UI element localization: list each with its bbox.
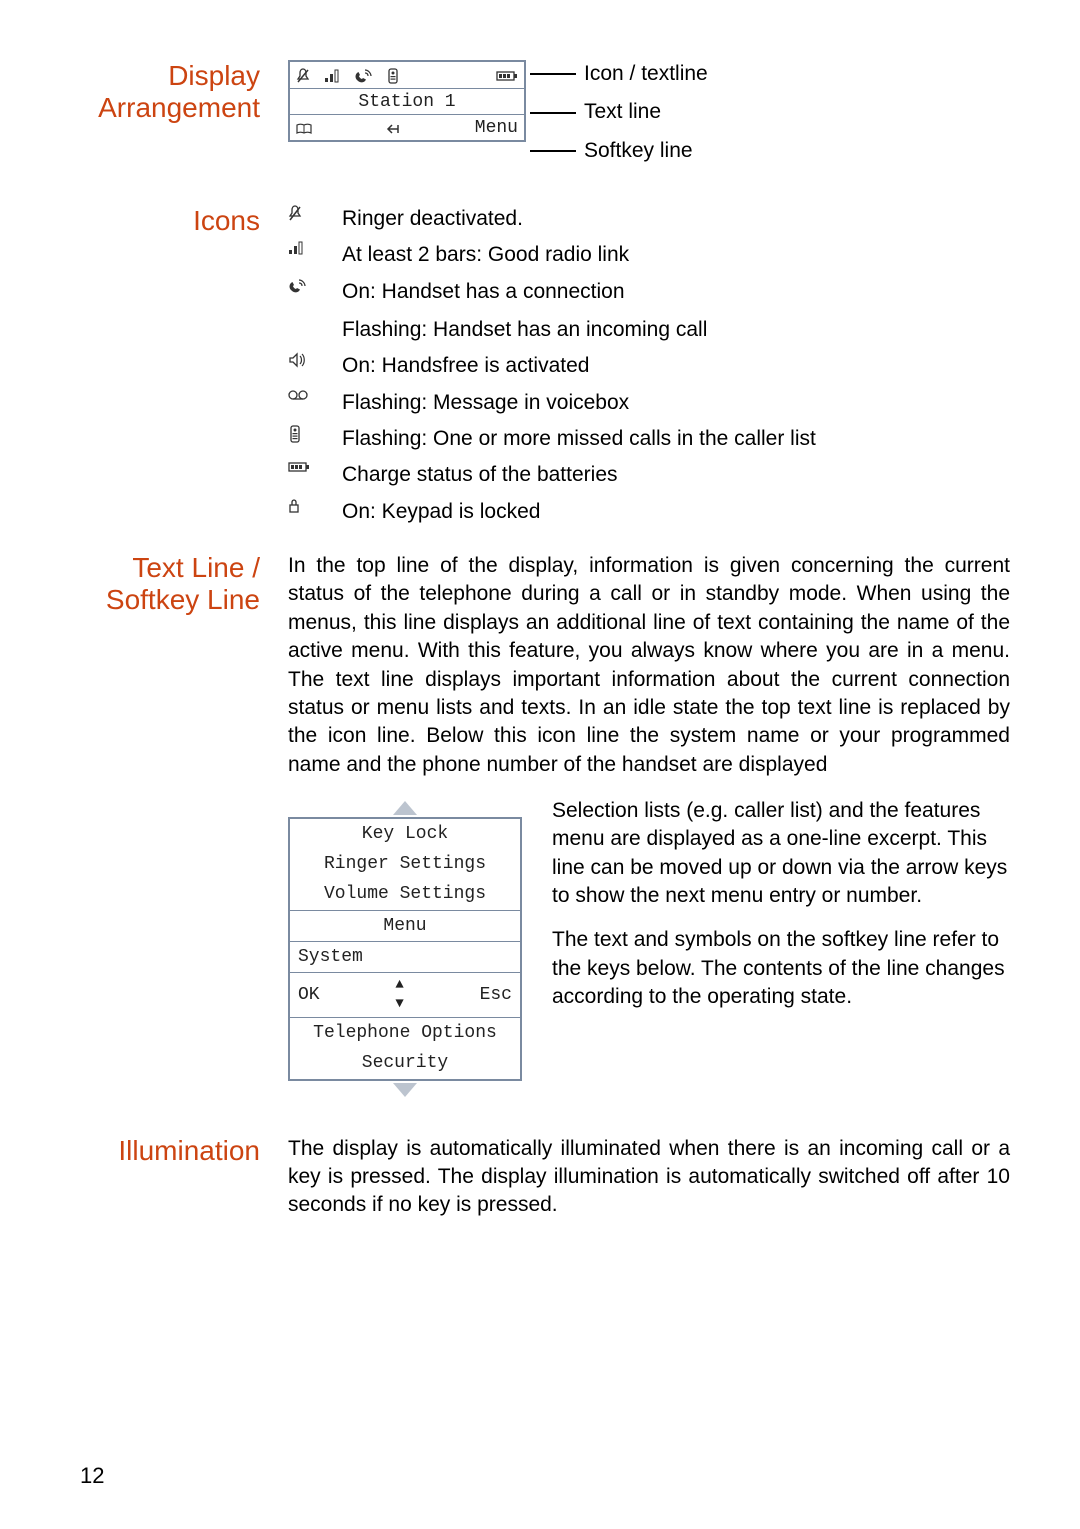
lcd-icon-row — [290, 62, 524, 88]
menu-excerpt-diagram: Key Lock Ringer Settings Volume Settings… — [288, 817, 522, 1081]
book-icon — [296, 123, 312, 135]
menu-title: Menu — [290, 910, 520, 941]
handset-icon — [288, 278, 318, 345]
section-textline-softkey: Text Line / Softkey Line In the top line… — [80, 552, 1010, 1101]
menu-item: Telephone Options — [290, 1017, 520, 1048]
battery-icon — [288, 461, 318, 489]
caller-list-icon — [386, 68, 400, 84]
redial-arrow-icon — [386, 123, 400, 135]
arrows-up-down-icon: ▲▼ — [395, 976, 403, 1014]
icon-item-voicebox: Flashing: Message in voicebox — [288, 389, 1010, 417]
icon-item-ringer-off: Ringer deactivated. — [288, 205, 1010, 233]
section-icons: Icons Ringer deactivated. At least 2 bar… — [80, 205, 1010, 526]
icon-item-missed-calls: Flashing: One or more missed calls in th… — [288, 425, 1010, 453]
speaker-icon — [288, 352, 318, 380]
lcd-softkey-row: Menu — [290, 114, 524, 140]
softkey-esc: Esc — [480, 983, 512, 1007]
signal-bars-icon — [324, 69, 340, 83]
lcd-text-row: Station 1 — [290, 88, 524, 114]
heading-icons: Icons — [80, 205, 260, 237]
illumination-paragraph: The display is automatically illuminated… — [288, 1135, 1010, 1220]
lcd-callouts: Icon / textline Text line Softkey line — [530, 60, 708, 165]
menu-item: Security — [290, 1048, 520, 1078]
bell-off-icon — [296, 68, 310, 84]
menu-item: Key Lock — [290, 819, 520, 849]
icon-item-keylock: On: Keypad is locked — [288, 498, 1010, 526]
menu-item: Ringer Settings — [290, 849, 520, 879]
menu-item: Volume Settings — [290, 879, 520, 909]
section-display-arrangement: Display Arrangement — [80, 60, 1010, 165]
menu-active-item: System — [290, 941, 520, 972]
lock-icon — [288, 498, 318, 526]
icon-item-handsfree: On: Handsfree is activated — [288, 352, 1010, 380]
heading-illumination: Illumination — [80, 1135, 260, 1167]
heading-textline-softkey: Text Line / Softkey Line — [80, 552, 260, 616]
softkey-ok: OK — [298, 983, 320, 1007]
icon-item-battery: Charge status of the batteries — [288, 461, 1010, 489]
caller-list-icon — [288, 425, 318, 453]
heading-display-arrangement: Display Arrangement — [80, 60, 260, 124]
bell-off-icon — [288, 205, 318, 233]
handset-icon — [354, 69, 372, 83]
softkey-paragraph: The text and symbols on the softkey line… — [552, 926, 1010, 1011]
textline-paragraph: In the top line of the display, informat… — [288, 552, 1010, 779]
page-number: 12 — [80, 1463, 104, 1489]
callout-text-line: Text line — [584, 98, 661, 126]
voicemail-icon — [288, 389, 318, 417]
section-illumination: Illumination The display is automaticall… — [80, 1135, 1010, 1220]
signal-bars-icon — [288, 241, 318, 269]
lcd-diagram: Station 1 Menu — [288, 60, 526, 142]
callout-icon-line: Icon / textline — [584, 60, 708, 88]
menu-softkey-row: OK ▲▼ Esc — [290, 972, 520, 1017]
icon-item-handset: On: Handset has a connection Flashing: H… — [288, 278, 1010, 345]
battery-icon — [496, 70, 518, 82]
icon-item-signal: At least 2 bars: Good radio link — [288, 241, 1010, 269]
selection-list-paragraph: Selection lists (e.g. caller list) and t… — [552, 797, 1010, 910]
callout-softkey-line: Softkey line — [584, 137, 693, 165]
